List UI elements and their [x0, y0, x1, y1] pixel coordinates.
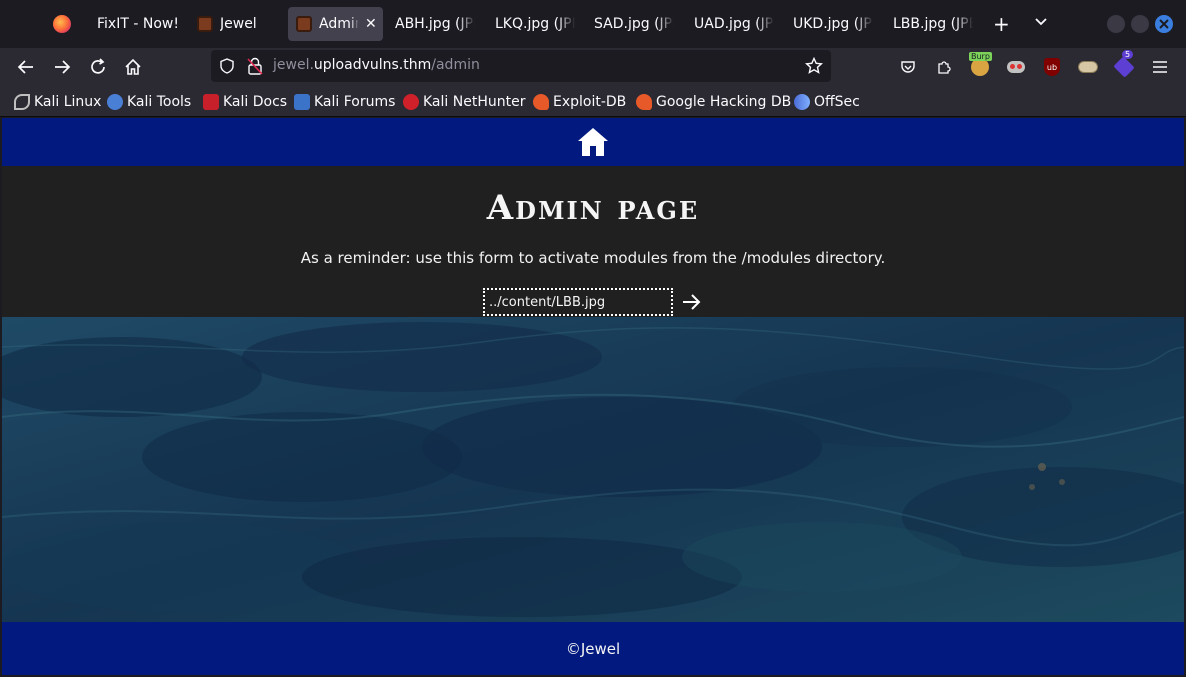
- maximize-window-button[interactable]: [1131, 15, 1149, 33]
- bookmark-label: Kali Forums: [314, 94, 396, 110]
- submit-arrow-button[interactable]: [681, 291, 703, 313]
- kali-dragon-icon: [14, 94, 30, 110]
- forward-arrow-icon: [55, 60, 71, 74]
- bookmark-label: Exploit-DB: [553, 94, 627, 110]
- hamburger-menu-icon[interactable]: [1149, 56, 1171, 78]
- foxyproxy-icon[interactable]: [1005, 56, 1027, 78]
- admin-panel: Admin page As a reminder: use this form …: [2, 166, 1184, 317]
- bookmark-label: Kali Docs: [223, 94, 288, 110]
- tab-abh-jpg[interactable]: ABH.jpg (JPEG: [388, 7, 480, 41]
- reload-icon: [91, 58, 105, 74]
- bookmark-label: OffSec: [814, 94, 860, 110]
- kali-tools-icon: [107, 94, 123, 110]
- bookmark-label: Google Hacking DB: [656, 94, 792, 110]
- tab-title: ABH.jpg (JPEG: [395, 16, 475, 32]
- close-tab-icon[interactable]: ✕: [365, 16, 377, 32]
- insecure-lock-icon[interactable]: [247, 57, 263, 79]
- reminder-text: As a reminder: use this form to activate…: [300, 249, 886, 267]
- jewel-favicon-icon: [296, 16, 312, 32]
- tab-strip: FixIT - Now! Jewel Admin ✕ ABH.jpg (JPEG…: [0, 0, 1186, 48]
- tab-lbb-jpg[interactable]: LBB.jpg (JPEG: [886, 7, 978, 41]
- page-title: Admin page: [486, 188, 700, 228]
- page-viewport: Admin page As a reminder: use this form …: [2, 118, 1184, 675]
- tab-lkq-jpg[interactable]: LKQ.jpg (JPEG: [488, 7, 580, 41]
- bookmark-kali-linux[interactable]: Kali Linux: [14, 92, 101, 112]
- burp-label: Burp: [969, 52, 992, 61]
- tab-title: LKQ.jpg (JPEG: [495, 16, 575, 32]
- cookie-editor-icon[interactable]: [1077, 56, 1099, 78]
- url-bar[interactable]: jewel.uploadvulns.thm/admin: [211, 50, 831, 82]
- burp-extension-icon[interactable]: Burp: [969, 52, 992, 78]
- bookmarks-toolbar: Kali Linux Kali Tools Kali Docs Kali For…: [0, 86, 1186, 117]
- nethunter-icon: [403, 94, 419, 110]
- wappalyzer-icon[interactable]: 5: [1113, 50, 1135, 78]
- module-activation-form: [483, 288, 703, 316]
- minimize-window-button[interactable]: [1107, 15, 1125, 33]
- bookmark-label: Kali NetHunter: [423, 94, 526, 110]
- tab-title: SAD.jpg (JPEG: [594, 16, 674, 32]
- site-footer: ©Jewel: [2, 622, 1184, 675]
- navigation-toolbar: jewel.uploadvulns.thm/admin Burp ub 5: [0, 48, 1186, 86]
- extension-badge: 5: [1122, 50, 1134, 59]
- back-button[interactable]: [13, 54, 39, 80]
- jewel-favicon-icon: [197, 16, 213, 32]
- kali-forums-icon: [294, 94, 310, 110]
- ghdb-icon: [636, 94, 652, 110]
- bookmark-label: Kali Linux: [34, 94, 102, 110]
- home-button[interactable]: [120, 54, 146, 80]
- bookmark-label: Kali Tools: [127, 94, 192, 110]
- tab-uad-jpg[interactable]: UAD.jpg (JPEG: [687, 7, 779, 41]
- tab-jewel[interactable]: Jewel: [190, 7, 284, 41]
- url-prefix: jewel.: [273, 57, 314, 73]
- bookmark-kali-forums[interactable]: Kali Forums: [294, 92, 395, 112]
- footer-copyright: ©Jewel: [565, 639, 621, 658]
- water-texture: [2, 317, 1184, 622]
- tab-title: LBB.jpg (JPEG: [893, 16, 973, 32]
- bookmark-star-icon[interactable]: [804, 56, 824, 79]
- tab-admin[interactable]: Admin ✕: [288, 7, 383, 41]
- tab-ukd-jpg[interactable]: UKD.jpg (JPEG: [786, 7, 878, 41]
- extensions-puzzle-icon[interactable]: [933, 56, 955, 78]
- tab-title: Admin: [319, 16, 359, 32]
- tab-title: UKD.jpg (JPEG: [793, 16, 873, 32]
- close-window-button[interactable]: [1155, 15, 1173, 33]
- firefox-menu-icon[interactable]: [53, 15, 71, 33]
- bookmark-kali-docs[interactable]: Kali Docs: [203, 92, 287, 112]
- bookmark-kali-nethunter[interactable]: Kali NetHunter: [403, 92, 525, 112]
- arrow-right-icon: [683, 294, 701, 310]
- site-nav-bar: [2, 118, 1184, 166]
- offsec-icon: [794, 94, 810, 110]
- site-home-link[interactable]: [576, 126, 610, 158]
- home-icon: [125, 58, 141, 75]
- tab-sad-jpg[interactable]: SAD.jpg (JPEG: [587, 7, 679, 41]
- url-path: /admin: [431, 57, 480, 73]
- back-arrow-icon: [17, 60, 33, 74]
- close-icon: [1159, 19, 1169, 29]
- url-text[interactable]: jewel.uploadvulns.thm/admin: [273, 57, 480, 73]
- ublock-origin-icon[interactable]: ub: [1041, 56, 1063, 78]
- forward-button[interactable]: [49, 54, 75, 80]
- tracking-protection-shield-icon[interactable]: [219, 58, 235, 78]
- reload-button[interactable]: [85, 54, 111, 80]
- home-icon: [578, 128, 608, 156]
- list-tabs-chevron-down-icon[interactable]: [1033, 12, 1049, 36]
- kali-docs-icon: [203, 94, 219, 110]
- bookmark-exploit-db[interactable]: Exploit-DB: [533, 92, 626, 112]
- tab-fixit[interactable]: FixIT - Now!: [90, 7, 188, 41]
- exploit-db-icon: [533, 94, 549, 110]
- tab-title: UAD.jpg (JPEG: [694, 16, 774, 32]
- url-domain: uploadvulns.thm: [313, 57, 432, 73]
- bookmark-kali-tools[interactable]: Kali Tools: [107, 92, 191, 112]
- pocket-icon[interactable]: [897, 56, 919, 78]
- water-background-image: [2, 317, 1184, 622]
- tab-title: FixIT - Now!: [97, 16, 179, 32]
- bookmark-offsec[interactable]: OffSec: [794, 92, 860, 112]
- new-tab-plus-icon[interactable]: +: [993, 12, 1010, 36]
- tab-title: Jewel: [220, 16, 257, 32]
- module-path-input[interactable]: [483, 288, 673, 316]
- bookmark-google-hacking-db[interactable]: Google Hacking DB: [636, 92, 791, 112]
